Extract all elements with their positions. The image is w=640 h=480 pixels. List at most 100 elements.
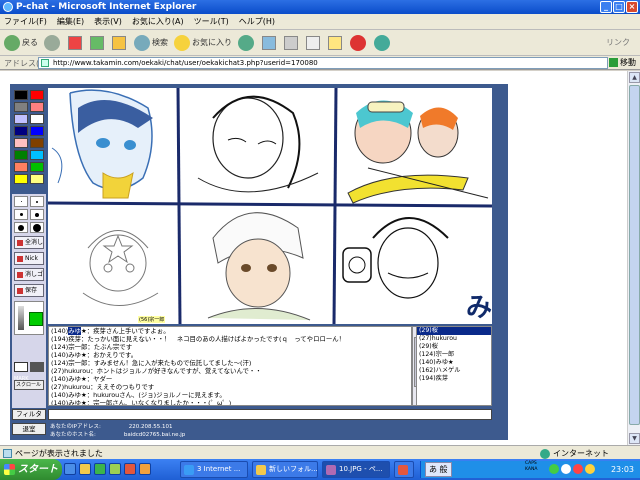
chat-message-author[interactable]: hukurou: [64, 383, 90, 391]
brush-size-3[interactable]: [14, 209, 28, 220]
messenger-button[interactable]: [374, 34, 392, 51]
ime-bar[interactable]: あ 般: [425, 462, 452, 477]
chat-message-author[interactable]: hukurou: [64, 367, 90, 375]
page-scroll-thumb[interactable]: [629, 85, 640, 425]
brush-size-4[interactable]: [30, 209, 44, 220]
brush-size-1[interactable]: [14, 196, 28, 207]
palette-swatch[interactable]: [14, 174, 28, 184]
user-list-item[interactable]: (194)疾芽: [417, 375, 491, 383]
palette-swatch[interactable]: [30, 162, 44, 172]
go-button[interactable]: 移動: [609, 57, 636, 68]
scroll-toggle-icon[interactable]: [30, 362, 44, 372]
menu-help[interactable]: ヘルプ(H): [239, 16, 275, 27]
drawing-canvas[interactable]: み (56)宗一郎: [48, 88, 492, 324]
taskbar-task-button[interactable]: 3 Internet ...: [180, 461, 248, 478]
menu-view[interactable]: 表示(V): [94, 16, 122, 27]
menu-tools[interactable]: ツール(T): [194, 16, 229, 27]
history-button[interactable]: [238, 34, 256, 51]
links-button[interactable]: リンク: [606, 37, 630, 48]
chat-message-author[interactable]: みゆ: [68, 399, 81, 405]
palette-swatch[interactable]: [30, 174, 44, 184]
save-button[interactable]: 保存: [14, 284, 44, 297]
palette-swatch[interactable]: [14, 126, 28, 136]
palette-swatch[interactable]: [14, 138, 28, 148]
user-list-item[interactable]: (162)ハメゲル: [417, 367, 491, 375]
chat-message-author[interactable]: みゆ: [68, 391, 81, 399]
brush-size-6[interactable]: [30, 222, 44, 233]
tray-network-icon[interactable]: [549, 464, 559, 474]
mail-button[interactable]: [262, 35, 278, 50]
favorites-button[interactable]: お気に入り: [174, 34, 232, 51]
exit-button[interactable]: 退室: [12, 423, 46, 435]
palette-swatch[interactable]: [30, 138, 44, 148]
palette-swatch[interactable]: [30, 150, 44, 160]
nick-button[interactable]: Nick: [14, 252, 44, 265]
palette-swatch[interactable]: [14, 150, 28, 160]
chat-message-author[interactable]: みゆ: [68, 375, 81, 383]
taskbar-task-button[interactable]: 10.JPG - ペ...: [322, 461, 390, 478]
tray-update-icon[interactable]: [585, 464, 595, 474]
chat-input[interactable]: [48, 409, 492, 420]
palette-swatch[interactable]: [14, 102, 28, 112]
maximize-icon[interactable]: □: [613, 1, 625, 13]
menu-file[interactable]: ファイル(F): [4, 16, 47, 27]
start-button[interactable]: スタート: [0, 459, 62, 480]
palette-swatch[interactable]: [30, 126, 44, 136]
minimize-icon[interactable]: _: [600, 1, 612, 13]
note-button[interactable]: [328, 35, 344, 50]
clear-all-button[interactable]: 全消し: [14, 236, 44, 249]
address-input[interactable]: http://www.takamin.com/oekaki/chat/user/…: [38, 57, 608, 69]
user-list-header[interactable]: (29)桜: [417, 327, 491, 335]
chat-message-number: (124): [51, 343, 69, 351]
edit-button[interactable]: [306, 35, 322, 50]
close-icon[interactable]: ×: [626, 1, 638, 13]
back-button[interactable]: 戻る: [4, 34, 38, 51]
quick-extra-icon[interactable]: [139, 463, 151, 475]
chat-log[interactable]: (140)みゆ★：疾芽さん上手いですよぉ。 (194)疾芽：たっかい面に見えない・…: [48, 326, 412, 406]
palette-swatch[interactable]: [30, 90, 44, 100]
chat-message-author[interactable]: みゆ: [68, 351, 81, 359]
taskbar-task-button[interactable]: 新しいフォル...: [252, 461, 318, 478]
search-button[interactable]: 検索: [134, 34, 168, 51]
print-button[interactable]: [284, 35, 300, 50]
taskbar-task-button[interactable]: [394, 461, 414, 478]
menu-favorites[interactable]: お気に入り(A): [132, 16, 184, 27]
quick-desktop-icon[interactable]: [109, 463, 121, 475]
mail-icon[interactable]: [14, 362, 28, 372]
chat-message-author[interactable]: 宗一郎: [68, 343, 87, 351]
quick-app-icon[interactable]: [94, 463, 106, 475]
opacity-slider[interactable]: [14, 301, 44, 335]
tray-speaker-icon[interactable]: [561, 464, 571, 474]
quick-folder-icon[interactable]: [79, 463, 91, 475]
user-list-item[interactable]: (140)みゆ★: [417, 359, 491, 367]
palette-swatch[interactable]: [14, 162, 28, 172]
brush-size-2[interactable]: [30, 196, 44, 207]
chat-message-author[interactable]: みゆ: [68, 327, 81, 335]
scroll-button[interactable]: スクロール: [14, 380, 44, 390]
palette-swatch[interactable]: [30, 102, 44, 112]
eraser-button[interactable]: 消しゴム: [14, 268, 44, 281]
refresh-button[interactable]: [90, 35, 106, 50]
chat-message-author[interactable]: 疾芽: [68, 335, 81, 343]
menu-edit[interactable]: 編集(E): [57, 16, 84, 27]
scroll-down-icon[interactable]: ▼: [629, 433, 640, 444]
scroll-up-icon[interactable]: ▲: [629, 72, 640, 83]
addon-button[interactable]: [350, 34, 368, 51]
filter-button[interactable]: フィルタ: [12, 409, 46, 420]
user-list[interactable]: (29)桜 (27)hukurou (29)桜 (124)宗一郎 (140)みゆ★ (1…: [416, 326, 492, 406]
forward-button[interactable]: [44, 34, 62, 51]
quick-ie-icon[interactable]: [64, 463, 76, 475]
chat-message-author[interactable]: 宗一郎: [68, 359, 87, 367]
palette-swatch[interactable]: [30, 114, 44, 124]
brush-size-5[interactable]: [14, 222, 28, 233]
tray-security-icon[interactable]: [573, 464, 583, 474]
page-scrollbar[interactable]: ▲ ▼: [627, 71, 640, 445]
quick-media-icon[interactable]: [124, 463, 136, 475]
palette-swatch[interactable]: [14, 90, 28, 100]
user-list-item[interactable]: (124)宗一郎: [417, 351, 491, 359]
palette-swatch[interactable]: [14, 114, 28, 124]
user-list-item[interactable]: (29)桜: [417, 343, 491, 351]
user-list-item[interactable]: (27)hukurou: [417, 335, 491, 343]
stop-button[interactable]: [68, 35, 84, 50]
home-button[interactable]: [112, 35, 128, 50]
